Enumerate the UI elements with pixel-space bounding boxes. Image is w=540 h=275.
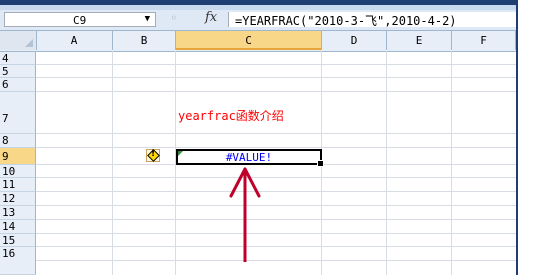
row-header-15[interactable]: 15: [0, 234, 36, 247]
up-arrow-icon: [229, 167, 261, 262]
row-header-11[interactable]: 11: [0, 178, 36, 192]
gridline: [36, 233, 516, 234]
column-header-b[interactable]: B: [113, 31, 176, 50]
column-header-a[interactable]: A: [36, 31, 113, 50]
window-title-strip: [0, 0, 540, 10]
gridline: [36, 191, 516, 192]
name-box-dropdown-icon[interactable]: ▼: [145, 14, 150, 24]
row-header-9[interactable]: 9: [0, 148, 36, 165]
cell-c9-selected[interactable]: #VALUE!: [176, 149, 324, 167]
fill-handle[interactable]: [317, 160, 324, 167]
error-checking-button[interactable]: !: [146, 149, 160, 162]
row-header-13[interactable]: 13: [0, 206, 36, 220]
gridline: [36, 133, 516, 134]
error-indicator-triangle: [178, 151, 183, 156]
cell-c7[interactable]: yearfrac函数介绍: [178, 107, 284, 124]
name-box[interactable]: C9 ▼: [4, 12, 156, 27]
formula-input[interactable]: =YEARFRAC("2010-3-飞",2010-4-2): [228, 12, 540, 27]
row-header-8[interactable]: 8: [0, 134, 36, 148]
gridline: [112, 51, 113, 275]
gridline: [36, 205, 516, 206]
column-header-f[interactable]: F: [452, 31, 516, 50]
gridline: [36, 260, 516, 261]
column-header-c[interactable]: C: [176, 31, 322, 50]
gridline: [36, 91, 516, 92]
select-all-button[interactable]: [0, 31, 37, 50]
gridline: [451, 51, 452, 275]
gridline: [386, 51, 387, 275]
gridline: [36, 77, 516, 78]
row-header-5[interactable]: 5: [0, 65, 36, 78]
column-header-d[interactable]: D: [322, 31, 387, 50]
row-header-7[interactable]: 7: [0, 92, 36, 134]
row-header-6[interactable]: 6: [0, 78, 36, 92]
gridline: [36, 64, 516, 65]
row-header-14[interactable]: 14: [0, 220, 36, 234]
gridline: [36, 147, 516, 148]
row-header-12[interactable]: 12: [0, 192, 36, 206]
row-header-16[interactable]: 16: [0, 247, 36, 275]
gridline: [36, 219, 516, 220]
row-header-10[interactable]: 10: [0, 165, 36, 178]
gridline: [36, 246, 516, 247]
row-header-4[interactable]: 4: [0, 52, 36, 65]
window-right-edge: [516, 0, 540, 275]
formula-bar: C9 ▼ ◦ fx =YEARFRAC("2010-3-飞",2010-4-2): [0, 10, 540, 31]
gridline: [36, 177, 516, 178]
cell-c9-value: #VALUE!: [225, 151, 273, 164]
formula-bar-divider-handle[interactable]: ◦: [170, 11, 184, 27]
column-header-e[interactable]: E: [387, 31, 452, 50]
column-headers: A B C D E F: [0, 31, 540, 52]
name-box-value: C9: [73, 14, 87, 27]
insert-function-icon[interactable]: fx: [205, 10, 217, 25]
